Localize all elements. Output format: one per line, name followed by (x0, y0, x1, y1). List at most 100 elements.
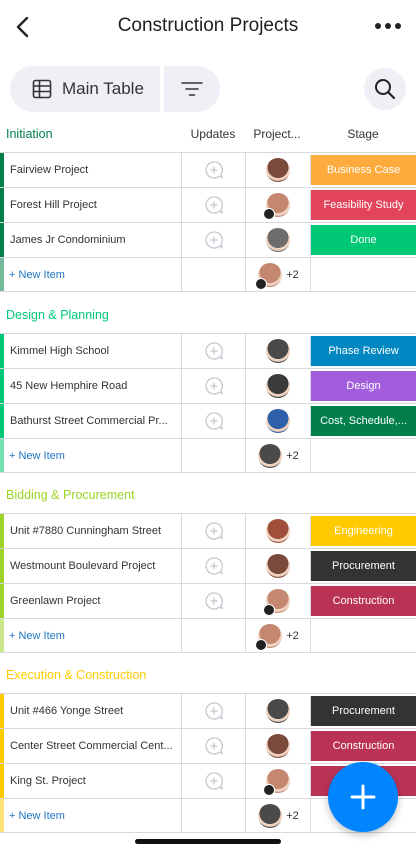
stage-status-label[interactable]: Construction (310, 586, 416, 616)
new-item-row[interactable]: + New Item +2 (0, 257, 416, 292)
person-avatar[interactable] (263, 588, 291, 616)
updates-cell[interactable] (181, 404, 245, 438)
new-item-link[interactable]: + New Item (4, 619, 181, 652)
person-cell[interactable] (245, 729, 310, 763)
person-avatar[interactable] (265, 373, 291, 399)
group-title[interactable]: Initiation (6, 127, 53, 141)
person-cell[interactable] (245, 584, 310, 618)
back-button[interactable] (4, 10, 40, 44)
updates-cell[interactable] (181, 729, 245, 763)
person-cell[interactable] (245, 369, 310, 403)
updates-cell[interactable] (181, 188, 245, 222)
person-avatar[interactable] (265, 518, 291, 544)
updates-cell[interactable] (181, 514, 245, 548)
person-cell[interactable] (245, 764, 310, 798)
item-name[interactable]: Kimmel High School (4, 334, 181, 368)
updates-cell[interactable] (181, 549, 245, 583)
stage-status-label[interactable]: Procurement (310, 696, 416, 726)
person-avatar[interactable] (263, 192, 291, 220)
column-header-person: Project... (253, 127, 301, 141)
main-table-view-button[interactable]: Main Table (10, 66, 160, 112)
item-name[interactable]: Forest Hill Project (4, 188, 181, 222)
person-cell[interactable] (245, 223, 310, 257)
table-row[interactable]: Unit #7880 Cunningham Street Engineering (0, 513, 416, 548)
person-cell[interactable] (245, 549, 310, 583)
updates-cell (181, 258, 245, 291)
search-button[interactable] (364, 68, 406, 110)
item-name[interactable]: 45 New Hemphire Road (4, 369, 181, 403)
updates-cell[interactable] (181, 334, 245, 368)
person-avatar[interactable] (257, 802, 284, 829)
stage-status-label[interactable]: Design (310, 371, 416, 401)
table-row[interactable]: Bathurst Street Commercial Pr... Cost, Sc… (0, 403, 416, 438)
person-avatar[interactable] (265, 338, 291, 364)
person-cell[interactable] (245, 694, 310, 728)
home-badge-icon (255, 277, 268, 290)
table-row[interactable]: Unit #466 Yonge Street Procurement (0, 693, 416, 728)
updates-cell[interactable] (181, 584, 245, 618)
table-icon (32, 79, 52, 99)
updates-cell[interactable] (181, 694, 245, 728)
item-name[interactable]: King St. Project (4, 764, 181, 798)
table-row[interactable]: Fairview Project Business Case (0, 152, 416, 187)
updates-cell[interactable] (181, 369, 245, 403)
item-name[interactable]: Greenlawn Project (4, 584, 181, 618)
table-row[interactable]: Center Street Commercial Cent... Construc… (0, 728, 416, 763)
new-item-row[interactable]: + New Item +2 (0, 438, 416, 473)
updates-cell[interactable] (181, 153, 245, 187)
new-item-link[interactable]: + New Item (4, 258, 181, 291)
stage-status-label[interactable]: Engineering (310, 516, 416, 546)
stage-status-label[interactable]: Done (310, 225, 416, 255)
person-cell[interactable] (245, 188, 310, 222)
stage-status-label[interactable]: Procurement (310, 551, 416, 581)
table-row[interactable]: James Jr Condominium Done (0, 222, 416, 257)
person-avatar[interactable] (265, 157, 291, 183)
group-title[interactable]: Execution & Construction (6, 668, 146, 682)
item-name[interactable]: Westmount Boulevard Project (4, 549, 181, 583)
stage-status-label[interactable]: Cost, Schedule,... (310, 406, 416, 436)
add-item-fab[interactable] (328, 762, 398, 832)
person-summary-cell[interactable]: +2 (245, 799, 310, 832)
item-name[interactable]: Center Street Commercial Cent... (4, 729, 181, 763)
item-name[interactable]: Fairview Project (4, 153, 181, 187)
person-cell[interactable] (245, 404, 310, 438)
person-summary-cell[interactable]: +2 (245, 258, 310, 291)
person-avatar[interactable] (265, 698, 291, 724)
person-avatar[interactable] (255, 261, 284, 290)
table-row[interactable]: 45 New Hemphire Road Design (0, 368, 416, 403)
stage-cell (310, 258, 416, 291)
person-avatar[interactable] (265, 733, 291, 759)
item-name[interactable]: Unit #7880 Cunningham Street (4, 514, 181, 548)
item-name[interactable]: James Jr Condominium (4, 223, 181, 257)
group-title[interactable]: Design & Planning (6, 308, 109, 322)
person-avatar[interactable] (263, 768, 291, 796)
person-cell[interactable] (245, 153, 310, 187)
person-summary-cell[interactable]: +2 (245, 619, 310, 652)
person-cell[interactable] (245, 514, 310, 548)
person-avatar[interactable] (265, 227, 291, 253)
table-row[interactable]: Forest Hill Project Feasibility Study (0, 187, 416, 222)
person-avatar[interactable] (257, 442, 284, 469)
stage-status-label[interactable]: Business Case (310, 155, 416, 185)
updates-cell[interactable] (181, 764, 245, 798)
person-avatar[interactable] (265, 553, 291, 579)
person-avatar[interactable] (265, 408, 291, 434)
new-item-link[interactable]: + New Item (4, 439, 181, 472)
updates-cell[interactable] (181, 223, 245, 257)
table-row[interactable]: Greenlawn Project Construction (0, 583, 416, 618)
new-item-row[interactable]: + New Item +2 (0, 618, 416, 653)
table-row[interactable]: Kimmel High School Phase Review (0, 333, 416, 368)
item-name[interactable]: Bathurst Street Commercial Pr... (4, 404, 181, 438)
table-row[interactable]: Westmount Boulevard Project Procurement (0, 548, 416, 583)
item-name[interactable]: Unit #466 Yonge Street (4, 694, 181, 728)
more-options-button[interactable] (370, 12, 406, 40)
person-avatar[interactable] (255, 622, 284, 651)
stage-status-label[interactable]: Feasibility Study (310, 190, 416, 220)
person-summary-cell[interactable]: +2 (245, 439, 310, 472)
stage-status-label[interactable]: Construction (310, 731, 416, 761)
group-title[interactable]: Bidding & Procurement (6, 488, 135, 502)
stage-status-label[interactable]: Phase Review (310, 336, 416, 366)
new-item-link[interactable]: + New Item (4, 799, 181, 832)
filter-button[interactable] (164, 66, 220, 112)
person-cell[interactable] (245, 334, 310, 368)
